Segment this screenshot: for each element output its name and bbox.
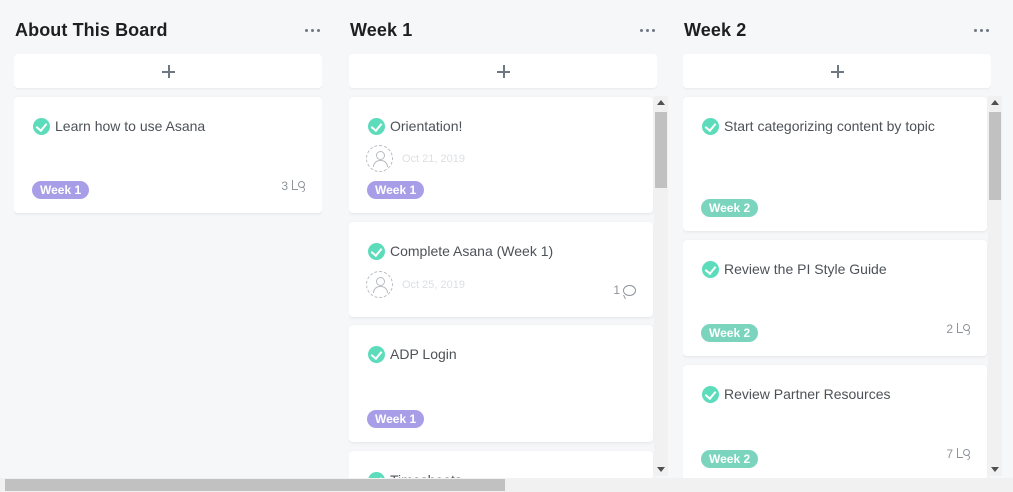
column-week-1: Week 1 Orientation! Oct 21, 2019 Week 1 … — [349, 0, 657, 478]
more-icon[interactable] — [972, 23, 991, 38]
comment-count[interactable]: 1 — [613, 283, 636, 297]
task-line: Review Partner Resources — [702, 385, 891, 405]
task-name: Review Partner Resources — [724, 386, 891, 402]
task-card[interactable]: Orientation! Oct 21, 2019 Week 1 — [349, 97, 653, 213]
check-circle-icon[interactable] — [702, 261, 719, 278]
user-icon — [366, 271, 393, 298]
subtask-icon — [956, 448, 970, 460]
plus-icon — [830, 64, 844, 78]
task-line: Start categorizing content by topic — [702, 117, 944, 137]
check-circle-icon[interactable] — [368, 346, 385, 363]
task-card[interactable]: Complete Asana (Week 1) Oct 25, 2019 1 — [349, 222, 653, 317]
column-week-2: Week 2 Start categorizing content by top… — [683, 0, 991, 478]
scrollbar-thumb[interactable] — [655, 112, 667, 188]
tag-week-1[interactable]: Week 1 — [32, 181, 90, 199]
add-task-button[interactable] — [14, 54, 322, 88]
scrollbar-thumb[interactable] — [5, 479, 505, 491]
add-task-button[interactable] — [683, 54, 991, 88]
task-line: Timesheets — [368, 471, 462, 478]
comment-icon — [623, 284, 636, 296]
task-line: Learn how to use Asana — [33, 117, 205, 137]
check-circle-icon[interactable] — [368, 243, 385, 260]
column-title[interactable]: Week 2 — [684, 20, 746, 41]
due-date: Oct 25, 2019 — [402, 278, 465, 291]
column-header: About This Board — [14, 0, 322, 61]
subtask-icon — [291, 180, 305, 192]
tag-week-2[interactable]: Week 2 — [701, 324, 759, 342]
subtask-count[interactable]: 2 — [946, 322, 970, 336]
plus-icon — [161, 64, 175, 78]
more-icon[interactable] — [303, 23, 322, 38]
task-card[interactable]: Start categorizing content by topic Week… — [683, 97, 987, 231]
task-card[interactable]: ADP Login Week 1 — [349, 325, 653, 442]
task-name: Learn how to use Asana — [55, 118, 206, 134]
tag-week-1[interactable]: Week 1 — [367, 181, 425, 199]
column-about-this-board: About This Board Learn how to use Asana … — [14, 0, 322, 478]
task-name: Complete Asana (Week 1) — [390, 243, 554, 259]
task-name: Timesheets — [390, 469, 462, 478]
check-circle-icon[interactable] — [702, 386, 719, 403]
assignee[interactable]: Oct 25, 2019 — [366, 271, 465, 298]
scrollbar-thumb[interactable] — [989, 112, 1001, 200]
task-card[interactable]: Learn how to use Asana Week 1 3 — [14, 97, 322, 213]
scroll-down-arrow-icon[interactable] — [657, 467, 665, 472]
tag-week-2[interactable]: Week 2 — [701, 199, 759, 217]
tag-week-1[interactable]: Week 1 — [367, 410, 425, 428]
column-title[interactable]: Week 1 — [350, 20, 412, 41]
add-task-button[interactable] — [349, 54, 657, 88]
subtask-count[interactable]: 7 — [946, 447, 970, 461]
column-header: Week 2 — [683, 0, 991, 61]
scroll-up-arrow-icon[interactable] — [657, 100, 665, 105]
scroll-down-arrow-icon[interactable] — [991, 467, 999, 472]
user-icon — [366, 145, 393, 172]
check-circle-icon[interactable] — [33, 118, 50, 135]
task-card[interactable]: Timesheets — [349, 451, 653, 478]
task-line: Review the PI Style Guide — [702, 260, 887, 280]
plus-icon — [496, 64, 510, 78]
task-card[interactable]: Review the PI Style Guide Week 2 2 — [683, 240, 987, 356]
task-line: Orientation! — [368, 117, 462, 137]
tag-week-2[interactable]: Week 2 — [701, 450, 759, 468]
assignee[interactable]: Oct 21, 2019 — [366, 145, 465, 172]
task-name: Review the PI Style Guide — [724, 261, 887, 277]
more-icon[interactable] — [638, 23, 657, 38]
due-date: Oct 21, 2019 — [402, 152, 465, 165]
subtask-icon — [956, 323, 970, 335]
task-line: ADP Login — [368, 345, 457, 365]
task-name: Orientation! — [390, 118, 463, 134]
column-title[interactable]: About This Board — [15, 20, 168, 41]
task-name: ADP Login — [390, 346, 457, 362]
check-circle-icon[interactable] — [368, 118, 385, 135]
column-header: Week 1 — [349, 0, 657, 61]
scroll-up-arrow-icon[interactable] — [991, 100, 999, 105]
task-name: Start categorizing content by topic — [724, 118, 935, 134]
task-line: Complete Asana (Week 1) — [368, 242, 553, 262]
check-circle-icon[interactable] — [702, 118, 719, 135]
subtask-count[interactable]: 3 — [281, 179, 305, 193]
column-scrollbar-week-1[interactable] — [654, 96, 668, 476]
task-card[interactable]: Review Partner Resources Week 2 7 — [683, 365, 987, 478]
column-scrollbar-week-2[interactable] — [988, 96, 1002, 476]
board-horizontal-scrollbar[interactable] — [0, 478, 1013, 492]
